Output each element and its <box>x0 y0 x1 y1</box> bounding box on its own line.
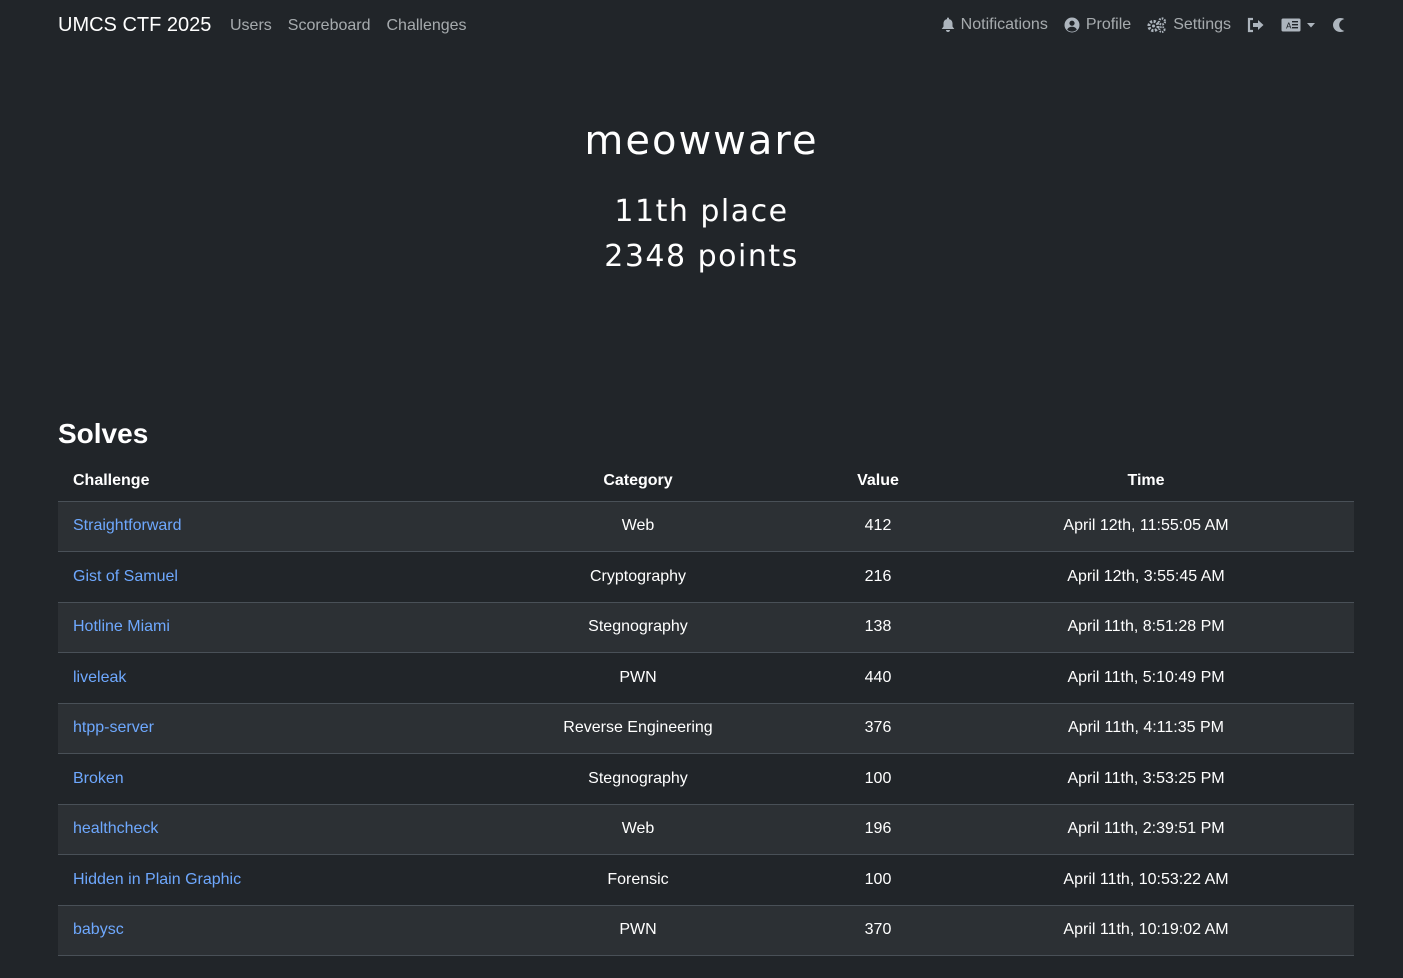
settings-label: Settings <box>1173 16 1231 33</box>
nav-link-challenges[interactable]: Challenges <box>387 17 467 35</box>
settings-link[interactable]: Settings <box>1147 16 1231 34</box>
nav-right: Notifications Profile Settings A <box>941 16 1345 34</box>
time-cell: April 11th, 2:39:51 PM <box>938 804 1354 855</box>
theme-toggle[interactable] <box>1331 17 1345 33</box>
header-challenge: Challenge <box>58 462 458 502</box>
table-row: Straightforward Web 412 April 12th, 11:5… <box>58 501 1354 552</box>
challenge-cell: babysc <box>58 905 458 956</box>
challenge-link[interactable]: Broken <box>73 770 124 787</box>
time-cell: April 11th, 3:53:25 PM <box>938 753 1354 805</box>
brand-link[interactable]: UMCS CTF 2025 <box>58 14 211 37</box>
moon-icon <box>1331 17 1345 33</box>
navbar: UMCS CTF 2025 Users Scoreboard Challenge… <box>0 0 1403 54</box>
challenge-link[interactable]: Hotline Miami <box>73 618 170 635</box>
challenge-cell: Gist of Samuel <box>58 551 458 603</box>
table-row: htpp-server Reverse Engineering 376 Apri… <box>58 703 1354 754</box>
header-value: Value <box>818 462 938 502</box>
challenge-cell: Broken <box>58 753 458 805</box>
header-time: Time <box>938 462 1354 502</box>
time-cell: April 11th, 5:10:49 PM <box>938 652 1354 704</box>
time-cell: April 12th, 11:55:05 AM <box>938 501 1354 552</box>
table-row: babysc PWN 370 April 11th, 10:19:02 AM <box>58 905 1354 956</box>
profile-label: Profile <box>1085 16 1132 33</box>
challenge-cell: healthcheck <box>58 804 458 855</box>
sign-out-icon <box>1247 17 1265 33</box>
challenge-cell: Hidden in Plain Graphic <box>58 854 458 906</box>
bell-icon <box>941 17 955 33</box>
team-hero: meowware 11th place 2348 points <box>0 118 1403 274</box>
category-cell: PWN <box>458 652 818 704</box>
value-cell: 412 <box>818 501 938 552</box>
time-cell: April 11th, 4:11:35 PM <box>938 703 1354 754</box>
challenge-link[interactable]: Gist of Samuel <box>73 568 178 585</box>
category-cell: Web <box>458 501 818 552</box>
language-icon: A <box>1281 18 1301 32</box>
notifications-label: Notifications <box>960 16 1048 33</box>
cogs-icon <box>1147 17 1167 33</box>
category-cell: PWN <box>458 905 818 956</box>
table-row: Hotline Miami Stegnography 138 April 11t… <box>58 602 1354 653</box>
category-cell: Stegnography <box>458 753 818 805</box>
table-row: liveleak PWN 440 April 11th, 5:10:49 PM <box>58 652 1354 704</box>
value-cell: 196 <box>818 804 938 855</box>
category-cell: Reverse Engineering <box>458 703 818 754</box>
challenge-link[interactable]: babysc <box>73 921 124 938</box>
time-cell: April 11th, 8:51:28 PM <box>938 602 1354 653</box>
category-cell: Forensic <box>458 854 818 906</box>
team-points: 2348 points <box>604 239 799 274</box>
category-cell: Web <box>458 804 818 855</box>
challenge-cell: Hotline Miami <box>58 602 458 653</box>
category-cell: Cryptography <box>458 551 818 603</box>
time-cell: April 12th, 3:55:45 AM <box>938 551 1354 603</box>
challenge-link[interactable]: htpp-server <box>73 719 154 736</box>
challenge-link[interactable]: Straightforward <box>73 517 182 534</box>
table-row: Gist of Samuel Cryptography 216 April 12… <box>58 551 1354 603</box>
notifications-link[interactable]: Notifications <box>941 16 1048 34</box>
value-cell: 440 <box>818 652 938 704</box>
time-cell: April 11th, 10:53:22 AM <box>938 854 1354 906</box>
solves-table: Challenge Category Value Time Straightfo… <box>58 462 1354 956</box>
profile-link[interactable]: Profile <box>1064 16 1131 34</box>
table-header-row: Challenge Category Value Time <box>58 462 1354 502</box>
team-place: 11th place <box>614 194 789 229</box>
language-dropdown[interactable]: A <box>1281 18 1315 32</box>
nav-left: Users Scoreboard Challenges <box>230 17 467 35</box>
challenge-cell: liveleak <box>58 652 458 704</box>
table-row: Broken Stegnography 100 April 11th, 3:53… <box>58 753 1354 805</box>
value-cell: 100 <box>818 854 938 906</box>
challenge-link[interactable]: Hidden in Plain Graphic <box>73 871 241 888</box>
nav-link-scoreboard[interactable]: Scoreboard <box>288 17 371 35</box>
table-row: Hidden in Plain Graphic Forensic 100 Apr… <box>58 854 1354 906</box>
chevron-down-icon <box>1307 22 1315 28</box>
value-cell: 100 <box>818 753 938 805</box>
logout-button[interactable] <box>1247 17 1265 33</box>
value-cell: 376 <box>818 703 938 754</box>
challenge-link[interactable]: liveleak <box>73 669 126 686</box>
team-name: meowware <box>584 118 819 164</box>
challenge-cell: htpp-server <box>58 703 458 754</box>
table-row: healthcheck Web 196 April 11th, 2:39:51 … <box>58 804 1354 855</box>
category-cell: Stegnography <box>458 602 818 653</box>
svg-text:A: A <box>1286 22 1292 31</box>
value-cell: 370 <box>818 905 938 956</box>
header-category: Category <box>458 462 818 502</box>
challenge-cell: Straightforward <box>58 501 458 552</box>
time-cell: April 11th, 10:19:02 AM <box>938 905 1354 956</box>
solves-title: Solves <box>58 418 149 449</box>
challenge-link[interactable]: healthcheck <box>73 820 158 837</box>
value-cell: 138 <box>818 602 938 653</box>
value-cell: 216 <box>818 551 938 603</box>
nav-link-users[interactable]: Users <box>230 17 272 35</box>
user-circle-icon <box>1064 17 1080 33</box>
